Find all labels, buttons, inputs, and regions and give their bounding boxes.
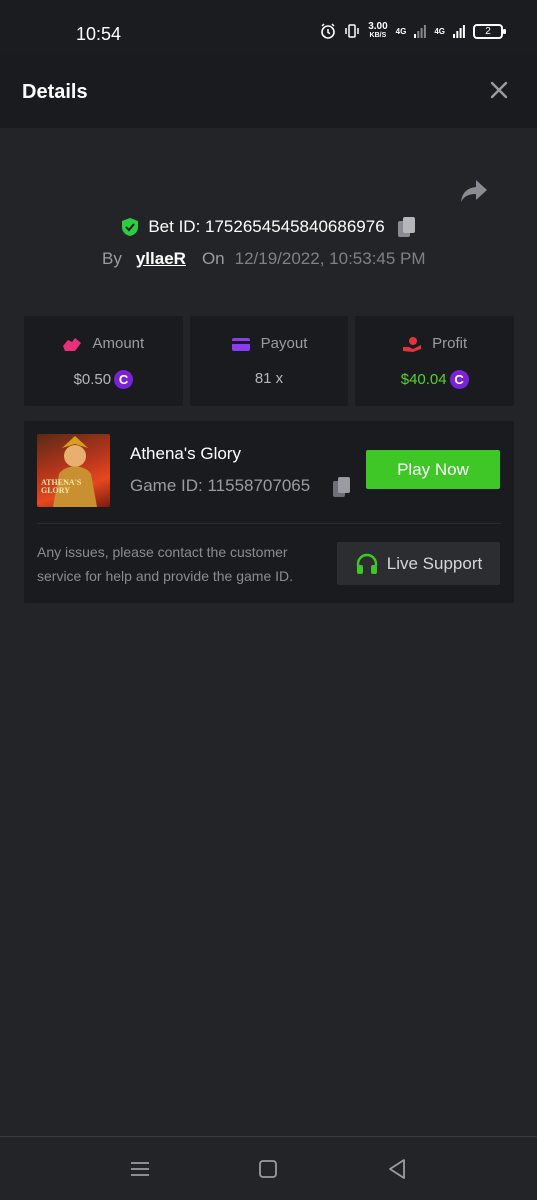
username-link[interactable]: yllaeR: [136, 249, 186, 269]
game-art-icon: [53, 436, 97, 507]
payout-card: Payout 81 x: [189, 316, 349, 406]
amount-icon: [63, 337, 82, 351]
share-icon[interactable]: [460, 178, 488, 204]
status-time: 10:54: [76, 24, 122, 44]
profit-icon: [403, 336, 422, 352]
coin-icon: C: [449, 370, 469, 389]
page-title: Details: [22, 81, 88, 103]
bet-id-row: Bet ID: 1752654545840686976: [0, 216, 537, 238]
network-1-label: 4G: [395, 26, 407, 36]
by-label: By: [102, 249, 122, 268]
profit-value: $40.04: [400, 371, 447, 388]
close-icon[interactable]: [487, 78, 511, 102]
shield-check-icon: [122, 218, 139, 236]
play-now-button[interactable]: Play Now: [366, 450, 500, 489]
profit-card: Profit $40.04 C: [355, 316, 515, 406]
profit-label: Profit: [432, 335, 468, 352]
bet-datetime: 12/19/2022, 10:53:45 PM: [234, 249, 426, 268]
battery-icon: 2: [473, 23, 506, 39]
home-icon[interactable]: [256, 1157, 280, 1181]
menu-icon[interactable]: [128, 1157, 152, 1181]
coin-icon: C: [114, 370, 134, 389]
divider: [37, 523, 501, 524]
game-thumbnail-text: ATHENA'S GLORY: [41, 478, 82, 495]
support-text: Any issues, please contact the customer …: [37, 544, 294, 584]
game-card: ATHENA'S GLORY Athena's Glory Game ID: 1…: [24, 421, 514, 603]
game-name: Athena's Glory: [130, 444, 241, 463]
network-2-label: 4G: [434, 26, 445, 36]
headset-icon: [356, 553, 377, 574]
alarm-icon: [321, 23, 335, 39]
details-header: Details: [0, 54, 537, 128]
live-support-button[interactable]: Live Support: [337, 542, 500, 585]
system-nav-bar: [0, 1136, 537, 1200]
game-thumbnail[interactable]: ATHENA'S GLORY: [37, 434, 110, 507]
amount-value: $0.50: [73, 371, 112, 388]
bet-stats: Amount $0.50 C Payout 81 x Profit $40.04…: [24, 316, 515, 406]
payout-label: Payout: [260, 335, 308, 352]
on-label: On: [201, 249, 225, 268]
net-speed: 3.00 KB/S: [368, 21, 388, 40]
bet-meta-row: By yllaeR On 12/19/2022, 10:53:45 PM: [102, 249, 426, 269]
payout-card-icon: [231, 337, 250, 351]
amount-label: Amount: [92, 335, 145, 352]
copy-icon[interactable]: [397, 216, 417, 238]
signal-2-icon: [453, 25, 465, 38]
status-icons: 3.00 KB/S 4G 4G 2: [320, 21, 506, 40]
game-id: Game ID: 11558707065: [130, 476, 311, 495]
vibrate-icon: [345, 24, 359, 38]
copy-icon[interactable]: [332, 476, 352, 498]
back-icon[interactable]: [385, 1157, 409, 1181]
status-bar: 10:54 3.00 KB/S 4G 4G 2: [0, 0, 537, 54]
bet-id: Bet ID: 1752654545840686976: [148, 217, 385, 236]
live-support-label: Live Support: [386, 553, 483, 573]
payout-value: 81 x: [254, 370, 284, 387]
amount-card: Amount $0.50 C: [24, 316, 183, 406]
signal-1-icon: [414, 25, 427, 38]
